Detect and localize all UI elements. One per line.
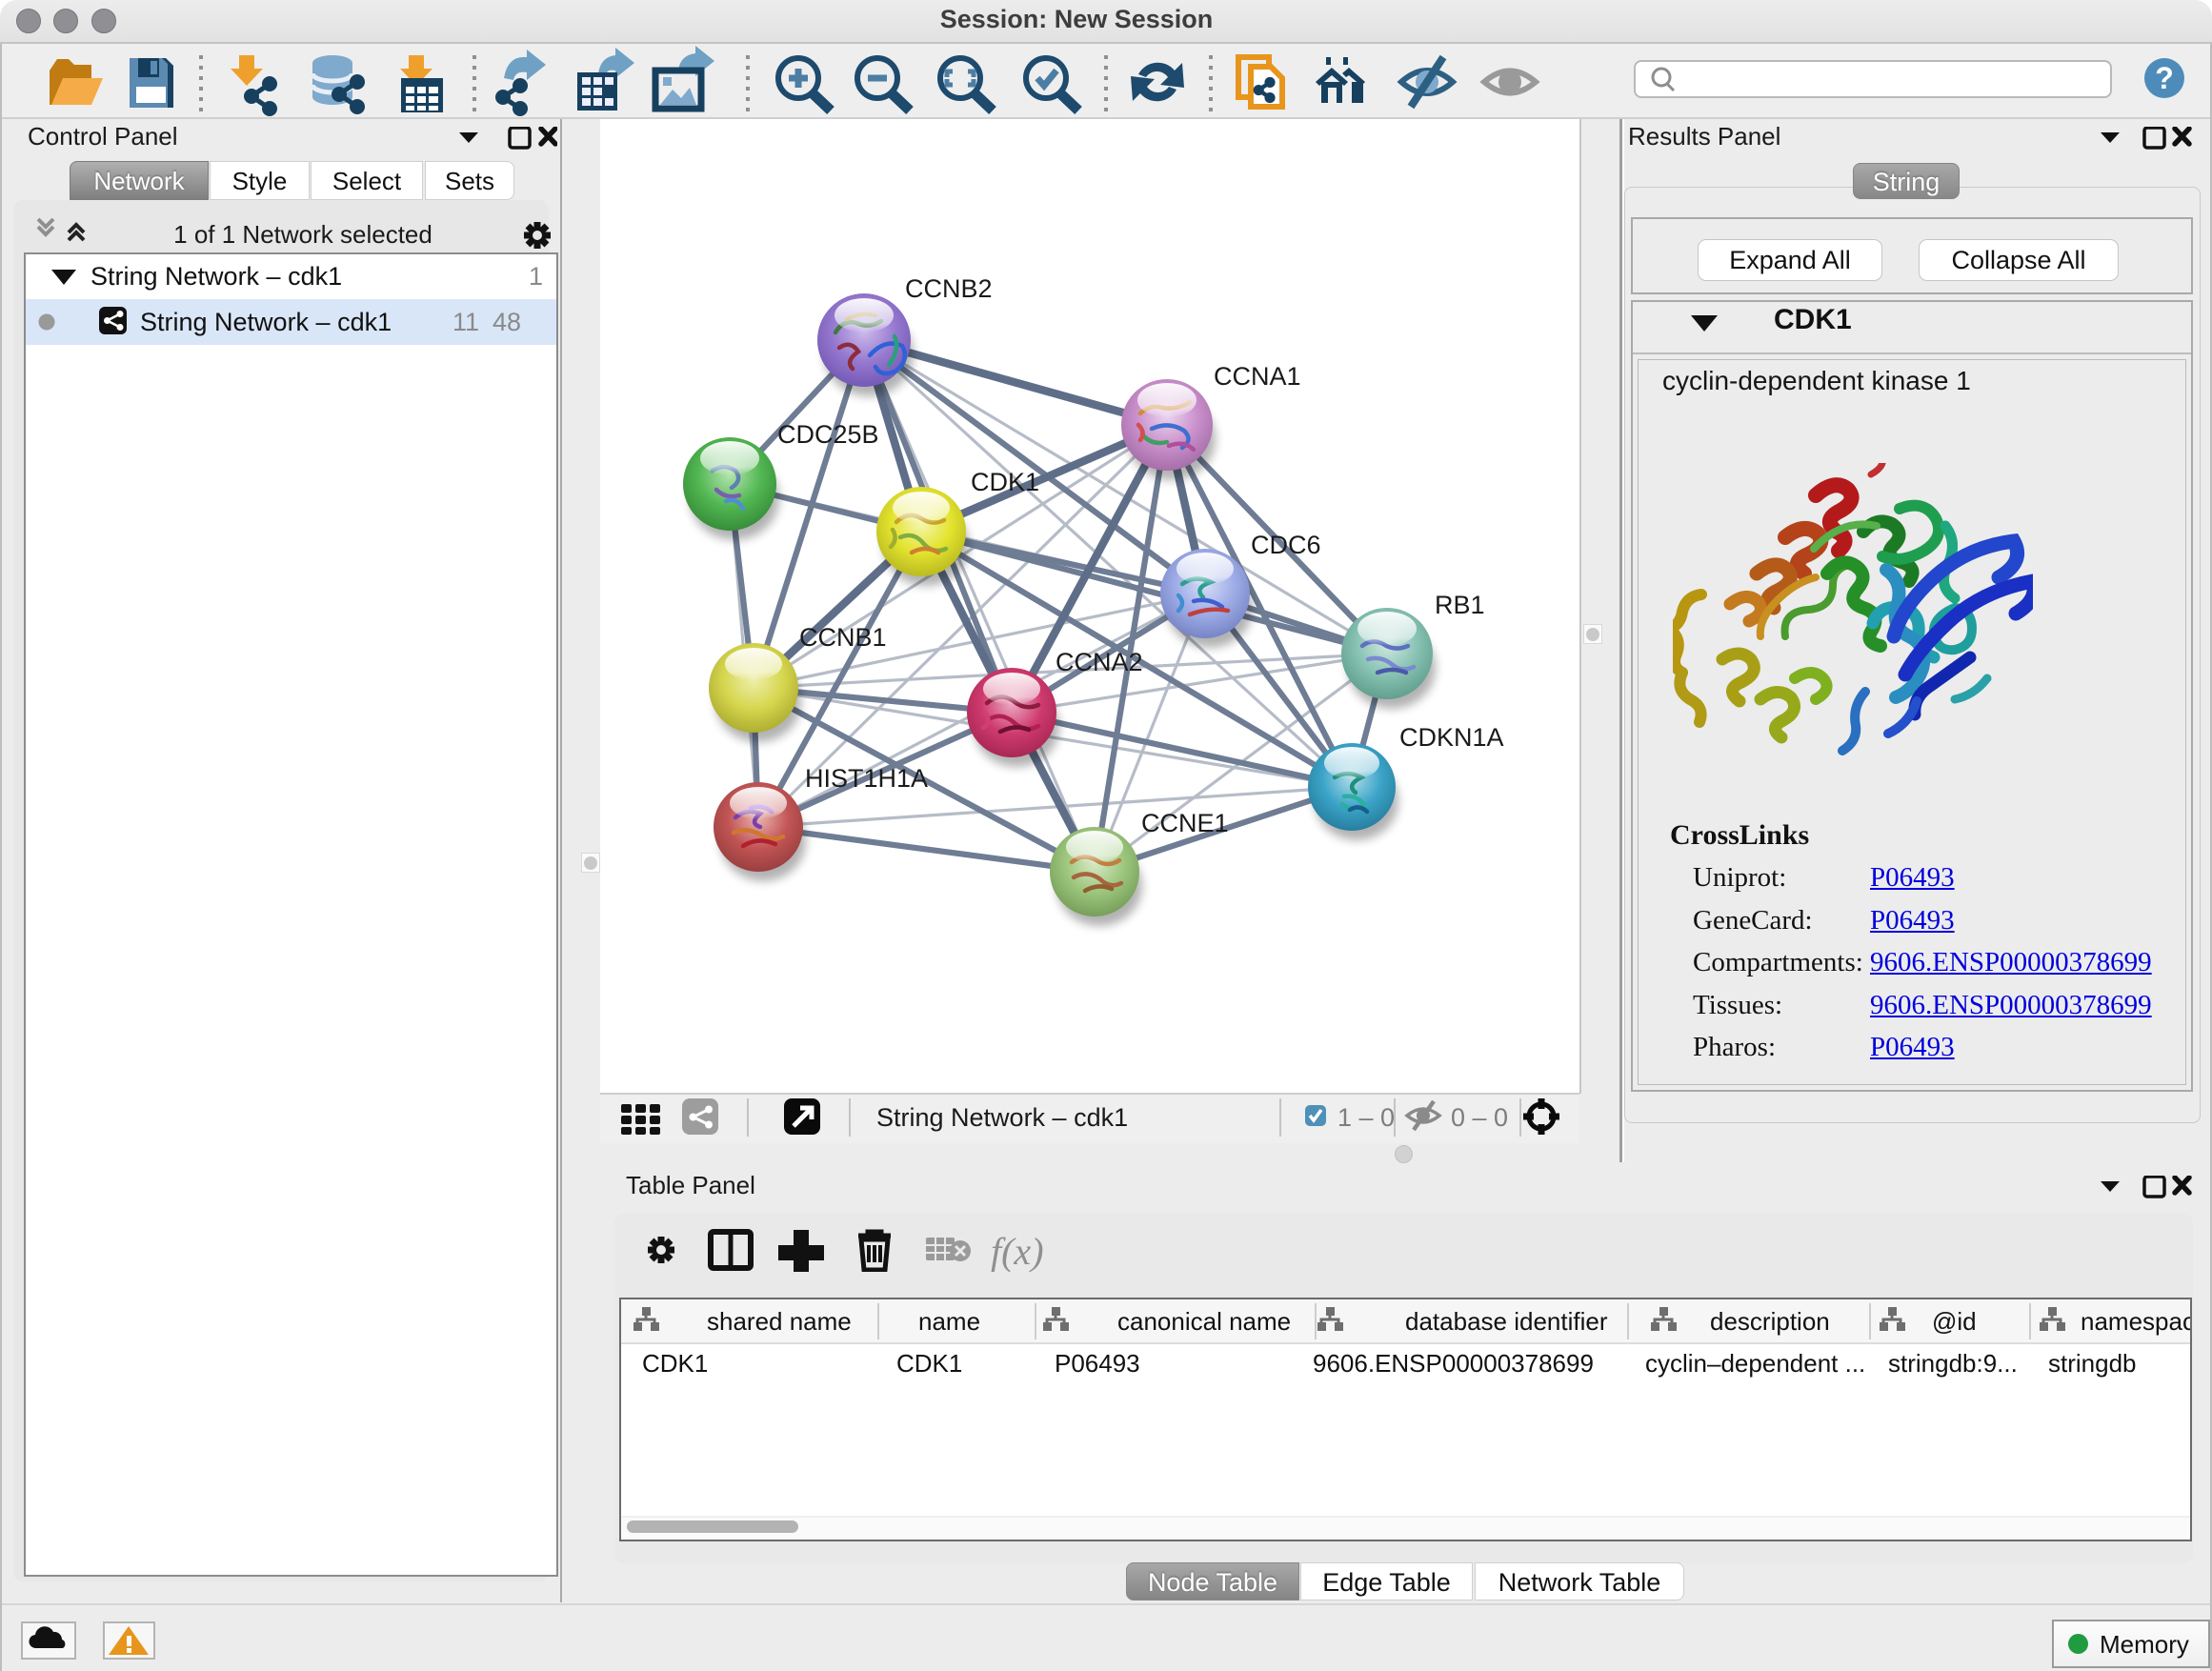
svg-text:description: description (1710, 1307, 1830, 1336)
svg-text:1 – 0: 1 – 0 (1337, 1103, 1395, 1132)
svg-text:namespac: namespac (2081, 1307, 2190, 1336)
svg-text:?: ? (2155, 61, 2174, 95)
svg-text:CDKN1A: CDKN1A (1399, 723, 1504, 752)
svg-text:CCNB1: CCNB1 (799, 623, 887, 652)
svg-text:CCNB2: CCNB2 (905, 274, 993, 303)
svg-text:CDK1: CDK1 (896, 1349, 962, 1378)
svg-text:CCNE1: CCNE1 (1141, 809, 1229, 837)
svg-text:f(x): f(x) (991, 1230, 1044, 1272)
svg-text:stringdb:9...: stringdb:9... (1888, 1349, 2018, 1378)
svg-text:canonical name: canonical name (1117, 1307, 1291, 1336)
svg-text:CCNA1: CCNA1 (1214, 362, 1301, 391)
svg-text:RB1: RB1 (1435, 591, 1485, 619)
svg-text:database identifier: database identifier (1405, 1307, 1608, 1336)
svg-text:shared name: shared name (707, 1307, 852, 1336)
svg-text:P06493: P06493 (1055, 1349, 1140, 1378)
svg-text:CDK1: CDK1 (971, 468, 1039, 496)
svg-text:CCNA2: CCNA2 (1056, 648, 1143, 676)
svg-text:0 – 0: 0 – 0 (1451, 1103, 1508, 1132)
svg-text:cyclin–dependent ...: cyclin–dependent ... (1645, 1349, 1865, 1378)
svg-text:CDC6: CDC6 (1251, 531, 1321, 559)
svg-text:stringdb: stringdb (2048, 1349, 2137, 1378)
svg-text:String Network – cdk1: String Network – cdk1 (876, 1103, 1128, 1132)
svg-text:HIST1H1A: HIST1H1A (805, 764, 928, 793)
svg-text:CDK1: CDK1 (642, 1349, 708, 1378)
svg-text:@id: @id (1932, 1307, 1977, 1336)
svg-text:9606.ENSP00000378699: 9606.ENSP00000378699 (1313, 1349, 1594, 1378)
svg-text:name: name (918, 1307, 980, 1336)
svg-text:CDC25B: CDC25B (777, 420, 879, 449)
